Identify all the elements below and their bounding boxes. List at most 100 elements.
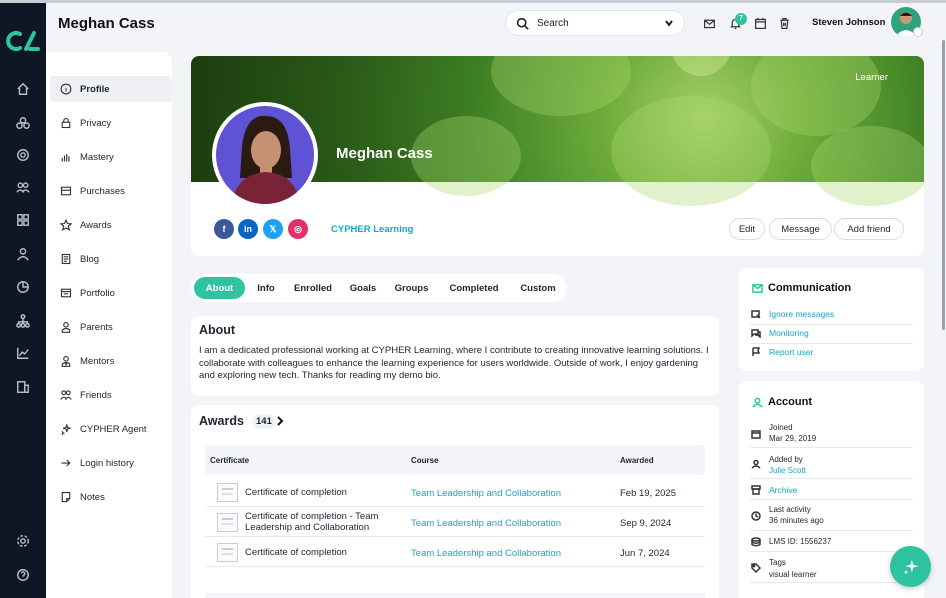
sidebar-item-privacy[interactable]: Privacy <box>50 110 172 136</box>
linkedin-icon[interactable]: in <box>238 219 258 239</box>
sidebar-item-awards[interactable]: Awards <box>50 212 172 238</box>
list-item[interactable]: Report user <box>750 344 913 363</box>
tab-groups[interactable]: Groups <box>389 277 434 299</box>
sidebar-item-profile[interactable]: Profile <box>50 76 172 102</box>
list-item: LMS ID: 1556237 <box>750 532 913 552</box>
archive-link[interactable]: Archive <box>769 485 797 495</box>
mail-icon[interactable] <box>701 15 717 31</box>
list-item: Added by Julie Scott <box>750 449 913 479</box>
sidebar-item-login-history[interactable]: Login history <box>50 450 172 476</box>
user-name[interactable]: Steven Johnson <box>812 17 885 28</box>
course-link[interactable]: Team Leadership and Collaboration <box>411 488 561 499</box>
column-header-course: Course <box>411 456 439 465</box>
tab-enrolled[interactable]: Enrolled <box>289 277 337 299</box>
sidebar-item-purchases[interactable]: Purchases <box>50 178 172 204</box>
instagram-icon[interactable]: ◎ <box>288 219 308 239</box>
monitoring-icon <box>751 329 761 338</box>
page-scrollbar[interactable] <box>942 40 945 330</box>
facebook-icon[interactable]: f <box>214 219 234 239</box>
group-icon[interactable] <box>12 176 34 198</box>
cypher-logo-icon[interactable] <box>6 29 40 53</box>
last-activity-label: Last activity <box>769 505 811 514</box>
home-icon[interactable] <box>12 78 34 100</box>
certificate-name[interactable]: Certificate of completion <box>245 487 405 499</box>
search-input[interactable]: Search <box>537 18 664 29</box>
tab-goals[interactable]: Goals <box>344 277 382 299</box>
message-button[interactable]: Message <box>769 218 832 240</box>
catalog-icon[interactable] <box>12 112 34 134</box>
added-by-link[interactable]: Julie Scott <box>769 466 806 475</box>
last-activity-value: 36 minutes ago <box>769 516 824 525</box>
sidebar-item-notes[interactable]: Notes <box>50 484 172 510</box>
sidebar-item-label: Notes <box>80 491 105 503</box>
blog-icon <box>61 253 71 265</box>
report-user-link[interactable]: Report user <box>769 347 813 357</box>
reports-icon[interactable] <box>12 376 34 398</box>
course-link[interactable]: Team Leadership and Collaboration <box>411 548 561 559</box>
sidebar-item-label: Mentors <box>80 355 115 367</box>
search-box[interactable]: Search <box>505 10 685 36</box>
window-top-border <box>0 0 946 3</box>
list-item[interactable]: Ignore messages <box>750 306 913 325</box>
sidebar-item-portfolio[interactable]: Portfolio <box>50 280 172 306</box>
sidebar-item-friends[interactable]: Friends <box>50 382 172 408</box>
add-friend-button[interactable]: Add friend <box>834 218 904 240</box>
help-icon[interactable] <box>12 564 34 586</box>
left-rail <box>0 3 46 598</box>
x-twitter-icon[interactable]: 𝕏 <box>263 219 283 239</box>
notification-badge: 7 <box>735 13 747 25</box>
settings-icon[interactable] <box>12 530 34 552</box>
joined-label: Joined <box>769 423 793 432</box>
about-title: About <box>199 323 236 337</box>
tags-label: Tags <box>769 558 786 567</box>
chevron-down-icon[interactable] <box>664 18 674 28</box>
page-title: Meghan Cass <box>58 15 155 32</box>
awarded-date: Jun 7, 2024 <box>620 548 670 559</box>
monitoring-link[interactable]: Monitoring <box>769 328 809 338</box>
login-icon <box>61 459 71 467</box>
awards-card: Awards 141 Certificate Course Awarded Ce… <box>191 405 719 598</box>
user-menu-chevron-icon[interactable] <box>913 27 923 37</box>
trash-icon[interactable] <box>776 15 792 31</box>
cypher-agent-fab-button[interactable] <box>890 546 931 587</box>
list-item[interactable]: Monitoring <box>750 325 913 344</box>
ignore-messages-link[interactable]: Ignore messages <box>769 309 834 319</box>
edit-button[interactable]: Edit <box>729 218 765 240</box>
certificate-name[interactable]: Certificate of completion <box>245 547 405 559</box>
person-icon[interactable] <box>12 243 34 265</box>
line-chart-icon[interactable] <box>12 342 34 364</box>
profile-avatar[interactable] <box>212 102 318 208</box>
calendar-icon <box>751 430 761 439</box>
sidebar-item-label: Purchases <box>80 185 125 197</box>
sidebar-item-label: Friends <box>80 389 112 401</box>
target-icon[interactable] <box>12 144 34 166</box>
parent-icon <box>61 321 71 333</box>
sidebar-item-blog[interactable]: Blog <box>50 246 172 272</box>
profile-card: Learner Meghan Cass f in 𝕏 ◎ CYPHER Lear… <box>191 56 924 256</box>
sidebar-item-label: CYPHER Agent <box>80 423 147 435</box>
sidebar-item-label: Login history <box>80 457 134 469</box>
org-chart-icon[interactable] <box>12 310 34 332</box>
organization-link[interactable]: CYPHER Learning <box>331 224 413 235</box>
sparkle-icon <box>903 559 918 575</box>
chart-pie-icon[interactable] <box>12 276 34 298</box>
flag-icon <box>752 347 761 356</box>
tab-custom[interactable]: Custom <box>514 277 562 299</box>
awards-title[interactable]: Awards <box>199 414 244 428</box>
course-link[interactable]: Team Leadership and Collaboration <box>411 518 561 529</box>
list-item[interactable]: Archive <box>750 480 913 500</box>
sidebar-item-parents[interactable]: Parents <box>50 314 172 340</box>
sidebar-item-cypher-agent[interactable]: CYPHER Agent <box>50 416 172 442</box>
tab-about[interactable]: About <box>194 277 245 299</box>
sidebar-item-label: Portfolio <box>80 287 115 299</box>
chevron-right-icon[interactable] <box>275 416 285 426</box>
certificate-name[interactable]: Certificate of completion - Team Leaders… <box>245 511 405 533</box>
calendar-icon[interactable] <box>752 15 768 31</box>
tab-completed[interactable]: Completed <box>443 277 505 299</box>
sidebar-item-mastery[interactable]: Mastery <box>50 144 172 170</box>
archive-icon <box>751 485 761 495</box>
apps-icon[interactable] <box>12 209 34 231</box>
search-icon <box>516 17 529 30</box>
sidebar-item-mentors[interactable]: Mentors <box>50 348 172 374</box>
tab-info[interactable]: Info <box>251 277 281 299</box>
